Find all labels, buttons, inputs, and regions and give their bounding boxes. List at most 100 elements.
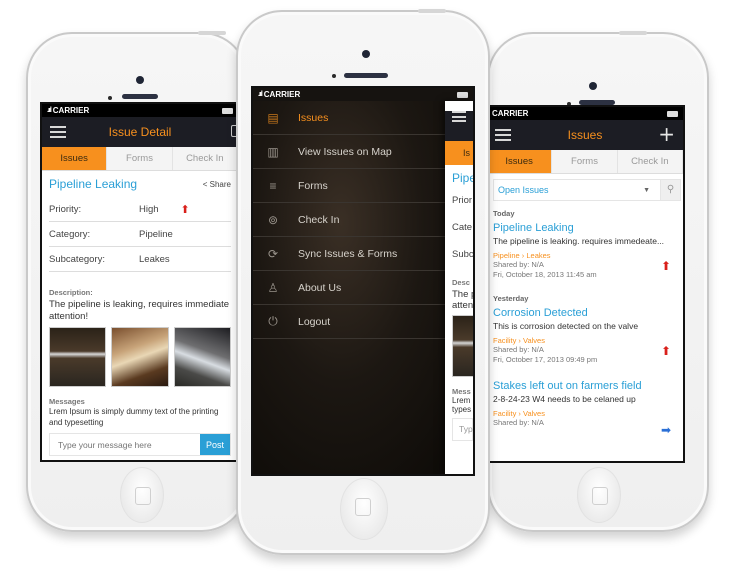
issue-description: The pipeline is leaking. requires immede… — [493, 236, 665, 246]
menu-item-issues[interactable]: ▤ Issues — [253, 101, 445, 135]
carrier-label: CARRIER — [492, 109, 529, 118]
issue-description: This is corrosion detected on the valve — [493, 321, 639, 331]
menu-item-label: Issues — [298, 111, 329, 124]
navigation-drawer: ▤ Issues ▥ View Issues on Map ≡ Forms ⊚ … — [253, 101, 445, 339]
hamburger-menu-icon[interactable] — [452, 111, 466, 122]
app-bar: Issue Detail — [42, 117, 238, 147]
issue-list: Today Pipeline Leaking The pipeline is l… — [487, 209, 683, 437]
message-input[interactable]: Typ — [452, 418, 473, 441]
description-label: Desc — [452, 278, 470, 287]
content-peek-panel[interactable]: Is Pipe Prior Cate Subc Desc The p atten… — [445, 101, 473, 474]
home-button[interactable] — [120, 467, 164, 523]
description-text: atten — [452, 300, 473, 311]
share-label: Share — [209, 179, 231, 189]
issues-list-screen: CARRIER Issues + Issues Forms Check In O… — [485, 105, 685, 463]
priority-high-icon: ⬆ — [660, 344, 671, 358]
home-button[interactable] — [340, 478, 388, 540]
list-item[interactable]: Corrosion Detected This is corrosion det… — [493, 306, 683, 365]
navigation-drawer-screen: .ııl CARRIER ▤ Issues ▥ View Issues on M… — [251, 86, 475, 476]
menu-item-label: Forms — [298, 179, 328, 192]
field-value: Leakes — [139, 253, 170, 265]
menu-item-label: Check In — [298, 213, 340, 226]
status-bar: .ııl CARRIER — [253, 88, 473, 101]
tab-issues[interactable]: Issues — [487, 150, 553, 173]
photo-gallery — [49, 327, 231, 387]
hamburger-menu-icon[interactable] — [495, 129, 511, 141]
description-text: The pipeline is leaking, requires immedi… — [49, 299, 230, 322]
field-label: Category: — [49, 228, 91, 240]
tab-issues[interactable]: Is — [445, 141, 473, 165]
tab-bar: Issues Forms Check In — [42, 147, 238, 171]
camera — [362, 50, 370, 58]
menu-item-view-issues-on-map[interactable]: ▥ View Issues on Map — [253, 135, 445, 169]
status-bar: .ııl CARRIER — [42, 104, 238, 117]
issue-description: 2-8-24-23 W4 needs to be celaned up — [493, 394, 636, 404]
carrier-label: CARRIER — [263, 90, 301, 99]
list-item[interactable]: Pipeline Leaking The pipeline is leaking… — [493, 221, 683, 280]
post-button[interactable]: Post — [200, 434, 230, 455]
issue-title: Corrosion Detected — [493, 307, 588, 319]
shared-by: Shared by: N/A — [493, 345, 544, 354]
menu-item-label: About Us — [298, 281, 342, 294]
issue-filter-select[interactable]: Open Issues ▼ ⚲ — [493, 179, 681, 201]
menu-item-logout[interactable]: ⏻ Logout — [253, 305, 445, 339]
share-icon: < — [202, 179, 208, 189]
field-label: Cate — [452, 222, 473, 233]
battery-icon — [222, 107, 233, 114]
add-issue-button[interactable]: + — [658, 124, 675, 144]
tab-forms[interactable]: Forms — [552, 150, 618, 173]
menu-item-sync[interactable]: ⟳ Sync Issues & Forms — [253, 237, 445, 271]
issue-category: Facility › Valves — [493, 336, 545, 345]
phone-center: .ııl CARRIER ▤ Issues ▥ View Issues on M… — [236, 9, 490, 555]
sensor — [108, 96, 112, 100]
search-icon[interactable]: ⚲ — [660, 180, 680, 200]
menu-item-forms[interactable]: ≡ Forms — [253, 169, 445, 203]
messages-label: Messages — [49, 397, 85, 406]
user-icon: ♙ — [267, 280, 279, 295]
field-value: Pipeline — [139, 228, 173, 240]
timestamp: Fri, October 18, 2013 11:45 am — [493, 270, 597, 279]
message-text: types — [452, 405, 472, 414]
water-leak-photo[interactable] — [49, 327, 107, 387]
issue-detail-screen: .ııl CARRIER Issue Detail Issues Forms C… — [40, 102, 240, 462]
priority-normal-icon: ➡ — [660, 423, 671, 437]
message-text: Lrem Ipsum is simply dummy text of the p… — [49, 407, 219, 427]
menu-item-check-in[interactable]: ⊚ Check In — [253, 203, 445, 237]
camera — [589, 82, 597, 90]
field-label: Subcategory: — [49, 253, 105, 265]
priority-high-icon: ⬆ — [180, 203, 190, 216]
tab-issues[interactable]: Issues — [42, 147, 108, 170]
filter-value: Open Issues — [498, 185, 549, 195]
status-bar: CARRIER — [487, 107, 683, 120]
map-icon: ▥ — [267, 144, 279, 159]
page-title: Issues — [567, 128, 603, 142]
menu-item-about-us[interactable]: ♙ About Us — [253, 271, 445, 305]
sensor — [332, 74, 336, 78]
field-value: High — [139, 203, 159, 215]
message-input[interactable] — [50, 434, 200, 455]
hamburger-menu-icon[interactable] — [50, 126, 66, 138]
phone-left: .ııl CARRIER Issue Detail Issues Forms C… — [26, 31, 248, 532]
list-item[interactable]: Stakes left out on farmers field 2-8-24-… — [493, 379, 683, 437]
water-leak-photo[interactable] — [452, 315, 473, 377]
home-button[interactable] — [577, 467, 621, 523]
page-title: Issue Detail — [108, 125, 172, 139]
timestamp: Fri, October 17, 2013 09:49 pm — [493, 355, 598, 364]
app-showcase: .ııl CARRIER Issue Detail Issues Forms C… — [0, 0, 737, 578]
share-button[interactable]: < Share — [203, 180, 231, 189]
pipeline-photo[interactable] — [111, 327, 169, 387]
app-bar — [445, 111, 473, 141]
description-label: Description: — [49, 288, 93, 297]
pipe-damage-photo[interactable] — [173, 327, 231, 387]
signal-icon: .ııl — [47, 107, 52, 114]
field-label: Subc — [452, 249, 473, 260]
menu-item-label: Logout — [298, 315, 331, 328]
tab-check-in[interactable]: Check In — [618, 150, 683, 173]
phone-right: CARRIER Issues + Issues Forms Check In O… — [485, 31, 709, 532]
tab-forms[interactable]: Forms — [107, 147, 173, 170]
carrier-label: CARRIER — [52, 106, 90, 115]
message-text: Lrem — [452, 396, 471, 405]
group-label-yesterday: Yesterday — [493, 294, 529, 303]
tab-check-in[interactable]: Check In — [173, 147, 238, 170]
battery-icon — [457, 91, 468, 98]
